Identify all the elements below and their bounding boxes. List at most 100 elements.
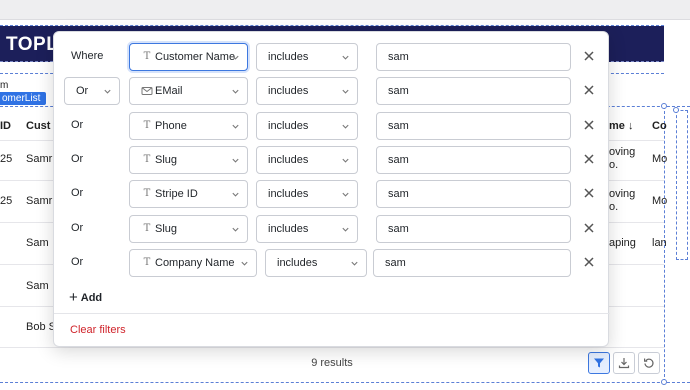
operator-select-value: includes [268, 188, 309, 200]
cell-co: lan [652, 237, 667, 249]
value-input[interactable]: sam [376, 77, 571, 105]
text-icon: T [143, 223, 151, 234]
cell-right: o. [609, 159, 619, 171]
divider [54, 313, 610, 314]
column-header-co[interactable]: Co [652, 120, 667, 132]
value-input-text: sam [388, 85, 409, 97]
field-select-value: Customer Name [155, 51, 236, 63]
operator-select[interactable]: includes [256, 43, 358, 71]
chevron-down-icon [342, 227, 349, 232]
field-select[interactable]: T Company Name [129, 249, 257, 277]
close-icon[interactable] [582, 255, 596, 269]
close-icon[interactable] [582, 49, 596, 63]
filter-row: Or EMail includes sam [54, 76, 610, 106]
field-select[interactable]: T Slug [129, 146, 248, 174]
conjunction-label: Or [71, 153, 84, 165]
resize-handle[interactable] [661, 379, 667, 385]
resize-handle[interactable] [673, 107, 679, 113]
chevron-down-icon [232, 227, 239, 232]
close-icon[interactable] [582, 152, 596, 166]
filter-row: Or T Phone includes sam [54, 111, 610, 141]
filter-popover: Where T Customer Name includes sam Or EM… [53, 31, 610, 347]
conjunction-select[interactable]: Or [64, 77, 120, 105]
text-icon: T [143, 51, 151, 62]
field-select[interactable]: T Customer Name [129, 43, 248, 71]
chevron-down-icon [342, 55, 349, 60]
cell-co: Mo [652, 195, 668, 207]
row-divider [0, 347, 664, 348]
value-input-text: sam [388, 188, 409, 200]
filter-icon [594, 358, 604, 368]
close-icon[interactable] [582, 186, 596, 200]
chevron-down-icon [232, 55, 239, 60]
close-icon[interactable] [582, 83, 596, 97]
operator-select[interactable]: includes [256, 112, 358, 140]
chevron-down-icon [342, 89, 349, 94]
refresh-icon [644, 358, 654, 368]
filter-row: Where T Customer Name includes sam [54, 42, 610, 72]
column-header-customer[interactable]: Cust [26, 120, 50, 132]
value-input-text: sam [388, 154, 409, 166]
column-header-id[interactable]: ID [0, 120, 11, 132]
download-button[interactable] [613, 352, 635, 374]
conjunction-label: Or [71, 222, 84, 234]
chevron-down-icon [232, 124, 239, 129]
operator-select-value: includes [268, 120, 309, 132]
field-select-value: EMail [155, 85, 183, 97]
field-select[interactable]: EMail [129, 77, 248, 105]
operator-select[interactable]: includes [265, 249, 367, 277]
side-component[interactable] [676, 110, 688, 260]
operator-select-value: includes [277, 257, 318, 269]
column-header-name[interactable]: me ↓ [609, 120, 633, 132]
cell-right: o. [609, 201, 619, 213]
close-icon[interactable] [582, 118, 596, 132]
text-icon: T [143, 257, 151, 268]
component-label[interactable]: omerList [0, 92, 47, 105]
refresh-button[interactable] [638, 352, 660, 374]
conjunction-label: Or [71, 256, 84, 268]
close-icon[interactable] [582, 221, 596, 235]
value-input[interactable]: sam [376, 112, 571, 140]
selection-outline [0, 382, 690, 383]
plus-icon: + [69, 289, 78, 306]
field-select[interactable]: T Phone [129, 112, 248, 140]
filter-row: Or T Company Name includes sam [54, 248, 610, 278]
cell-id: 25 [0, 195, 13, 207]
filter-button[interactable] [588, 352, 610, 374]
operator-select[interactable]: includes [256, 215, 358, 243]
cell-right: oving [609, 146, 636, 158]
field-select-value: Phone [155, 120, 187, 132]
value-input[interactable]: sam [373, 249, 571, 277]
operator-select[interactable]: includes [256, 180, 358, 208]
top-toolbar [0, 0, 690, 20]
operator-select-value: includes [268, 85, 309, 97]
field-select[interactable]: T Stripe ID [129, 180, 248, 208]
field-select[interactable]: T Slug [129, 215, 248, 243]
component-name-label: m [0, 80, 9, 91]
text-icon: T [143, 120, 151, 131]
value-input[interactable]: sam [376, 146, 571, 174]
text-icon: T [143, 154, 151, 165]
add-filter-button[interactable]: + Add [69, 288, 103, 306]
chevron-down-icon [351, 261, 358, 266]
operator-select[interactable]: includes [256, 77, 358, 105]
value-input[interactable]: sam [376, 180, 571, 208]
filter-row: Or T Slug includes sam [54, 214, 610, 244]
chevron-down-icon [342, 192, 349, 197]
chevron-down-icon [232, 89, 239, 94]
value-input[interactable]: sam [376, 215, 571, 243]
filter-row: Or T Stripe ID includes sam [54, 179, 610, 209]
value-input[interactable]: sam [376, 43, 571, 71]
filter-row: Or T Slug includes sam [54, 145, 610, 175]
conjunction-label: Or [71, 119, 84, 131]
operator-select-value: includes [268, 51, 309, 63]
resize-handle[interactable] [661, 103, 667, 109]
operator-select[interactable]: includes [256, 146, 358, 174]
results-count: 9 results [311, 357, 353, 369]
value-input-text: sam [388, 223, 409, 235]
clear-filters-button[interactable]: Clear filters [70, 324, 126, 336]
operator-select-value: includes [268, 223, 309, 235]
value-input-text: sam [388, 120, 409, 132]
mail-icon [141, 87, 153, 95]
add-filter-label: Add [80, 292, 103, 304]
